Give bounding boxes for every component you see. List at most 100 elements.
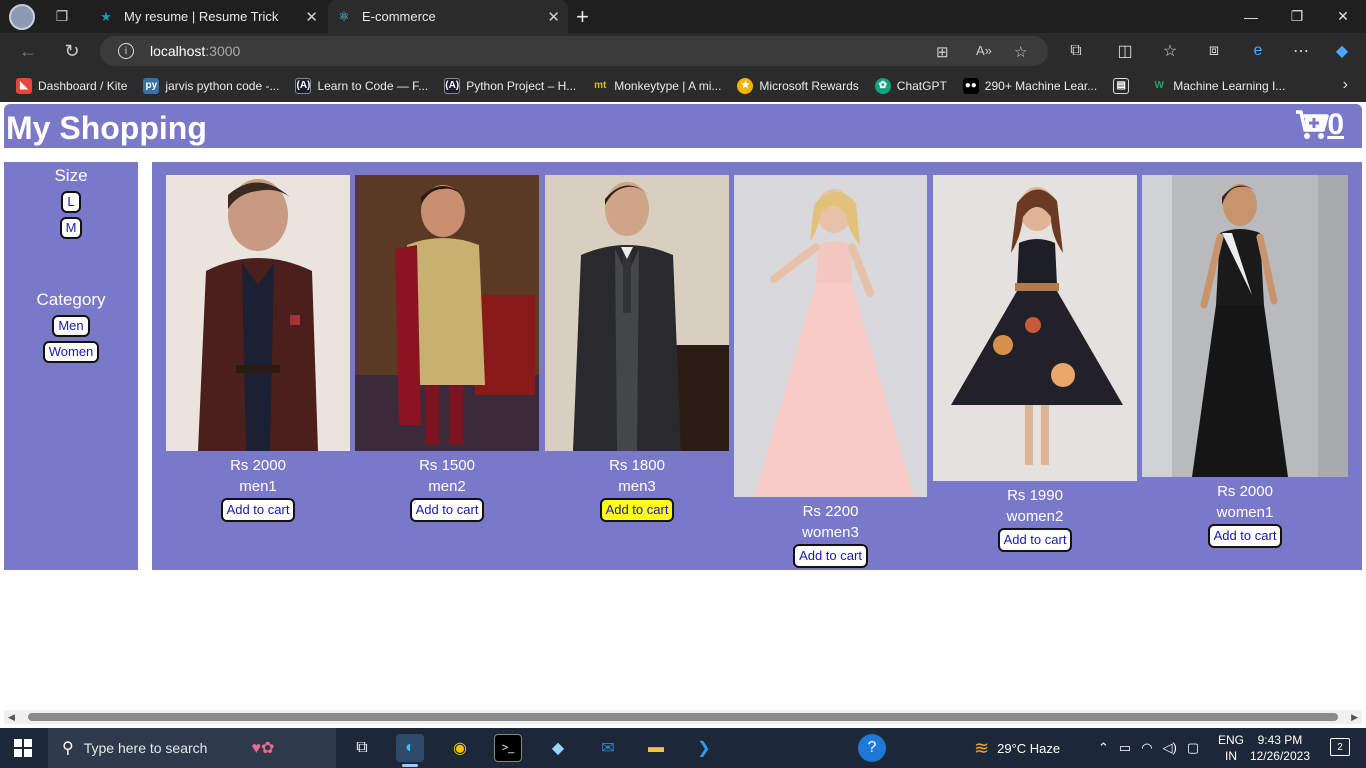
product-image-men1[interactable] (166, 175, 350, 451)
wifi-icon[interactable]: ◠ (1141, 740, 1152, 756)
windows-start-icon[interactable] (14, 739, 32, 757)
windows-taskbar: ⚲ Type here to search ♥✿ ⧉ ◐ ◉ >_ ◆ ✉ ▬ … (0, 728, 1366, 768)
cart-button[interactable]: 0 (1295, 108, 1344, 142)
search-placeholder: Type here to search (83, 740, 208, 756)
add-to-cart-button[interactable]: Add to cart (1207, 524, 1283, 548)
product-image-men2[interactable] (355, 175, 539, 451)
minimize-button[interactable]: — (1228, 0, 1274, 33)
add-to-cart-button[interactable]: Add to cart (409, 498, 485, 522)
vm-taskbar-icon[interactable]: ◆ (544, 734, 572, 762)
add-to-cart-button[interactable]: Add to cart (997, 528, 1073, 552)
restore-button[interactable]: ❐ (1274, 0, 1320, 33)
bookmark-item[interactable]: W Machine Learning I... (1151, 78, 1285, 94)
profile-avatar[interactable] (9, 3, 35, 30)
app-available-icon[interactable]: ⊞ (936, 43, 949, 61)
add-to-cart-button[interactable]: Add to cart (793, 544, 868, 568)
vscode-taskbar-icon[interactable]: ❯ (690, 734, 718, 762)
category-men-button[interactable]: Men (52, 315, 90, 337)
scrollbar-thumb[interactable] (28, 713, 1338, 721)
favorites-icon[interactable]: ☆ (1160, 41, 1180, 61)
add-to-cart-button[interactable]: Add to cart (599, 498, 675, 522)
chrome-taskbar-icon[interactable]: ◉ (446, 734, 474, 762)
workspaces-icon[interactable]: ❐ (52, 7, 72, 27)
refresh-icon[interactable]: ↻ (60, 39, 84, 63)
size-m-button[interactable]: M (59, 217, 83, 239)
monkeytype-icon: mt (594, 80, 607, 91)
system-tray: ⌃ ▭ ◠ ◁) ▢ (1098, 728, 1199, 768)
weather-widget[interactable]: ≋ 29°C Haze (974, 728, 1060, 768)
back-arrow-icon[interactable]: ← (16, 39, 40, 63)
scroll-left-icon[interactable]: ◀ (8, 710, 15, 724)
product-image-women3[interactable] (734, 175, 927, 497)
more-menu-icon[interactable]: ⋯ (1291, 41, 1311, 61)
bookmark-folder-icon[interactable]: ▤ (1113, 77, 1135, 94)
help-icon[interactable]: ? (858, 734, 886, 762)
product-image-women2[interactable] (933, 175, 1137, 481)
category-women-button[interactable]: Women (42, 341, 100, 363)
bookmark-item[interactable]: ✿ ChatGPT (874, 77, 947, 94)
terminal-taskbar-icon[interactable]: >_ (494, 734, 522, 762)
product-price: Rs 1990 (1007, 487, 1063, 504)
horizontal-scrollbar[interactable]: ◀ ▶ (4, 710, 1362, 724)
product-price: Rs 1800 (609, 457, 665, 474)
close-tab-icon[interactable]: ✕ (547, 8, 560, 26)
language-indicator[interactable]: ENG IN (1218, 728, 1244, 768)
clock[interactable]: 9:43 PM 12/26/2023 (1250, 732, 1310, 764)
tab-ecommerce[interactable]: ⚛ E-commerce ✕ (328, 0, 568, 33)
product-card: Rs 2000 men1 Add to cart (166, 175, 350, 522)
python-icon: py (143, 77, 160, 94)
favorite-star-icon[interactable]: ☆ (1014, 43, 1027, 61)
weather-text: 29°C Haze (997, 740, 1061, 756)
task-view-icon[interactable]: ⧉ (348, 734, 376, 762)
bookmark-item[interactable]: ●● 290+ Machine Lear... (962, 77, 1097, 94)
bookmark-item[interactable]: (A) Learn to Code — F... (295, 77, 428, 94)
close-window-button[interactable]: ✕ (1320, 0, 1366, 33)
product-price: Rs 2000 (230, 457, 286, 474)
bookmark-item[interactable]: ★ Microsoft Rewards (737, 77, 859, 94)
taskbar-search-box[interactable]: ⚲ Type here to search ♥✿ (48, 728, 336, 768)
bookmark-item[interactable]: ◣ Dashboard / Kite (16, 77, 127, 94)
medium-icon: ●● (962, 77, 979, 94)
copilot-icon[interactable]: ◆ (1332, 41, 1352, 61)
tab-title: E-commerce (362, 9, 436, 24)
bookmarks-overflow-chevron-icon[interactable]: › (1343, 76, 1348, 94)
file-explorer-taskbar-icon[interactable]: ▬ (642, 734, 670, 762)
product-price: Rs 2200 (802, 503, 859, 520)
edge-taskbar-icon[interactable]: ◐ (396, 734, 424, 767)
battery-icon[interactable]: ▭ (1119, 740, 1131, 756)
split-screen-icon[interactable]: ◫ (1115, 41, 1135, 61)
product-image-men3[interactable] (545, 175, 729, 451)
product-image-women1[interactable] (1142, 175, 1348, 477)
product-price: Rs 1500 (419, 457, 475, 474)
tab-resume[interactable]: ★ My resume | Resume Trick ✕ (90, 0, 326, 33)
tray-expand-chevron-icon[interactable]: ⌃ (1098, 740, 1109, 756)
bookmark-item[interactable]: py jarvis python code -... (143, 77, 279, 94)
product-card: Rs 1500 men2 Add to cart (355, 175, 539, 522)
new-tab-button[interactable]: + (576, 4, 589, 30)
react-favicon-icon: ⚛ (338, 8, 350, 24)
product-name: men1 (239, 478, 277, 495)
filter-sidebar: Size L M Category Men Women (4, 162, 138, 570)
bookmark-item[interactable]: (A) Python Project – H... (444, 77, 576, 94)
extensions-icon[interactable]: ⧉ (1066, 41, 1086, 61)
close-tab-icon[interactable]: ✕ (305, 8, 318, 26)
edge-workspace-icon[interactable]: e (1248, 41, 1268, 61)
tab-title: My resume | Resume Trick (124, 9, 279, 24)
meet-now-icon[interactable]: ▢ (1187, 740, 1199, 756)
collections-icon[interactable]: ⧈ (1204, 41, 1224, 61)
product-name: women3 (802, 524, 859, 541)
mail-taskbar-icon[interactable]: ✉ (594, 734, 622, 762)
volume-icon[interactable]: ◁) (1163, 740, 1177, 756)
read-aloud-icon[interactable]: A» (976, 43, 992, 58)
address-bar[interactable]: i localhost:3000 ⊞ A» ☆ (100, 36, 1048, 66)
w-icon: W (1154, 80, 1164, 91)
notification-center-icon[interactable]: 2 (1330, 738, 1350, 756)
size-filter-title: Size (54, 166, 88, 185)
bookmark-item[interactable]: mt Monkeytype | A mi... (592, 78, 721, 94)
size-l-button[interactable]: L (61, 191, 81, 213)
add-to-cart-button[interactable]: Add to cart (220, 498, 296, 522)
search-icon: ⚲ (62, 740, 74, 757)
site-info-icon[interactable]: i (118, 43, 134, 59)
scroll-right-icon[interactable]: ▶ (1351, 710, 1358, 724)
cart-count: 0 (1327, 108, 1344, 141)
